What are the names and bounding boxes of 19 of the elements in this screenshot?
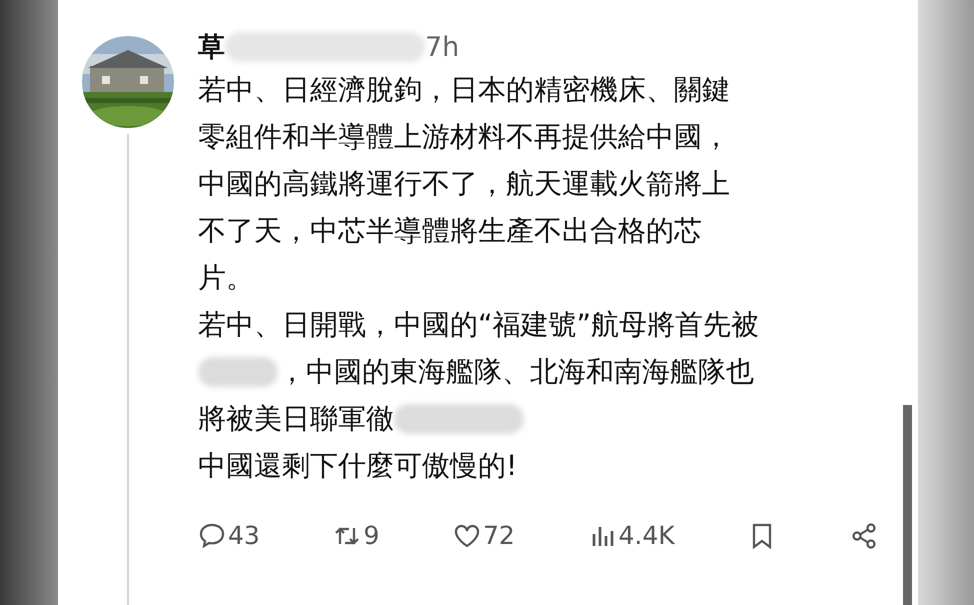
like-button[interactable]: 72 <box>453 521 515 550</box>
author-name[interactable]: 草 <box>198 29 225 65</box>
post-text-line: 中國的高鐵將運行不了，航天運載火箭將上 <box>198 166 730 202</box>
post-time: 7h <box>425 32 460 62</box>
share-button[interactable] <box>850 522 878 550</box>
post-text-line: 將被美日聯軍徹 <box>198 401 394 437</box>
post-text-line: ，中國的東海艦隊、北海和南海艦隊也 <box>278 354 754 390</box>
scrollbar[interactable] <box>903 405 912 605</box>
post-text-line: 若中、日開戰，中國的“福建號”航母將首先被 <box>198 307 760 343</box>
share-icon <box>850 522 878 550</box>
post-text-line: 中國還剩下什麼可傲慢的! <box>198 448 518 484</box>
reply-icon <box>198 522 226 550</box>
post-text-line: 片。 <box>198 260 254 296</box>
post-text-line: 不了天，中芯半導體將生產不出合格的芯 <box>198 213 702 249</box>
post-text-line: 若中、日經濟脫鉤，日本的精密機床、關鍵 <box>198 72 730 108</box>
views-button[interactable]: 4.4K <box>588 521 675 550</box>
repost-button[interactable]: 9 <box>333 521 380 550</box>
reply-button[interactable]: 43 <box>198 521 260 550</box>
post-text-line: 零組件和半導體上游材料不再提供給中國， <box>198 119 730 155</box>
